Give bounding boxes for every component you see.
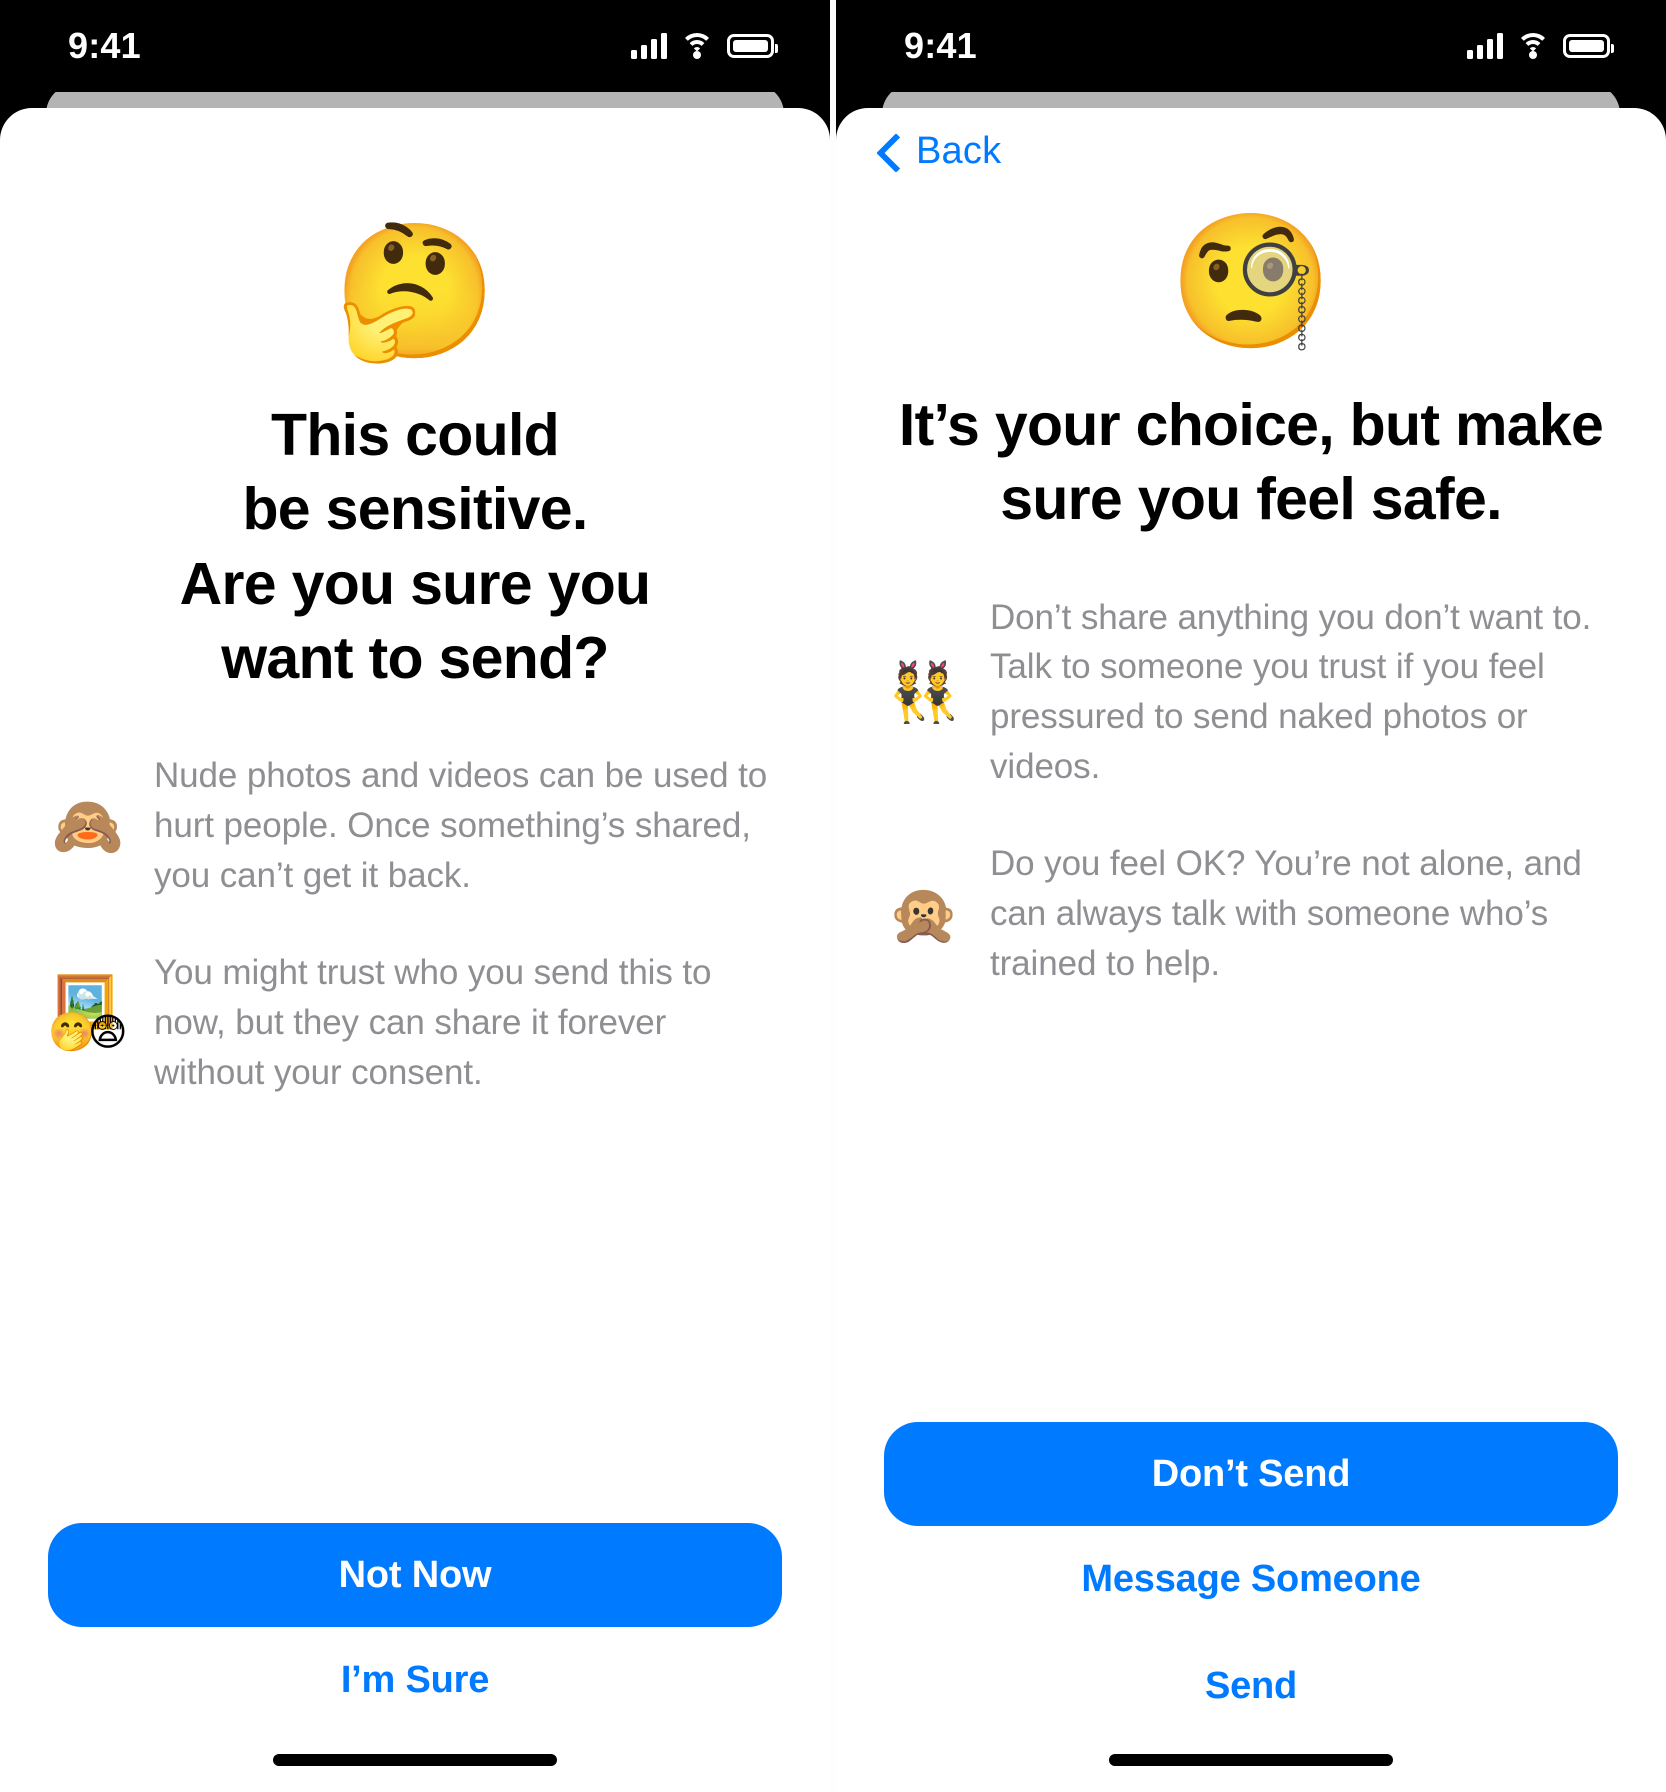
list-item: 👯 Don’t share anything you don’t want to… — [886, 593, 1616, 792]
home-indicator[interactable] — [0, 1740, 830, 1792]
wifi-icon — [680, 33, 714, 59]
hero-section: 🧐 It’s your choice, but make sure you fe… — [836, 194, 1666, 537]
list-item: 🖼️ 🤭 😨 You might trust who you send this… — [48, 948, 780, 1097]
message-someone-button[interactable]: Message Someone — [884, 1526, 1618, 1633]
modal-sheet: 🤔 This could be sensitive. Are you sure … — [0, 108, 830, 1792]
flex-spacer — [836, 988, 1666, 1422]
battery-icon — [727, 34, 778, 58]
status-bar-clock: 9:41 — [904, 25, 977, 66]
home-indicator[interactable] — [836, 1740, 1666, 1792]
phone-screen-confirm-sensitive: 9:41 🤔 This could be sensitive. Are you … — [0, 0, 830, 1792]
status-bar: 9:41 — [836, 0, 1666, 92]
send-button[interactable]: Send — [884, 1633, 1618, 1740]
action-buttons: Don’t Send Message Someone Send — [836, 1422, 1666, 1740]
status-bar: 9:41 — [0, 0, 830, 92]
back-button-label: Back — [916, 129, 1002, 172]
modal-sheet: Back 🧐 It’s your choice, but make sure y… — [836, 108, 1666, 1792]
nav-bar: Back — [836, 108, 1666, 194]
im-sure-button[interactable]: I’m Sure — [48, 1627, 782, 1734]
nav-bar — [0, 108, 830, 194]
list-item: 🙊 Do you feel OK? You’re not alone, and … — [886, 839, 1616, 988]
not-now-button[interactable]: Not Now — [48, 1523, 782, 1627]
status-bar-icons — [631, 33, 778, 59]
action-buttons: Not Now I’m Sure — [0, 1523, 830, 1740]
list-item-text: You might trust who you send this to now… — [154, 953, 712, 1092]
list-item-text: Do you feel OK? You’re not alone, and ca… — [990, 844, 1582, 983]
page-title: It’s your choice, but make sure you feel… — [898, 392, 1604, 533]
wifi-icon — [1516, 33, 1550, 59]
hero-section: 🤔 This could be sensitive. Are you sure … — [0, 194, 830, 695]
info-bullet-list: 👯 Don’t share anything you don’t want to… — [836, 593, 1666, 989]
info-bullet-list: 🙈 Nude photos and videos can be used to … — [0, 751, 830, 1097]
dual-screenshot-stage: 9:41 🤔 This could be sensitive. Are you … — [0, 0, 1666, 1792]
status-bar-icons — [1467, 33, 1614, 59]
page-title: This could be sensitive. Are you sure yo… — [179, 402, 651, 691]
list-item-text: Don’t share anything you don’t want to. … — [990, 597, 1592, 786]
phone-screen-your-choice: 9:41 Back 🧐 It’s your choice, but make s… — [836, 0, 1666, 1792]
people-with-bunny-ears-emoji: 👯 — [887, 658, 961, 727]
list-item: 🙈 Nude photos and videos can be used to … — [50, 751, 780, 900]
list-item-text: Nude photos and videos can be used to hu… — [154, 756, 768, 895]
framed-picture-emoji: 🖼️ 🤭 😨 — [48, 977, 128, 1069]
thinking-face-emoji: 🤔 — [332, 215, 498, 369]
signal-bars-icon — [631, 33, 667, 59]
battery-icon — [1563, 34, 1614, 58]
flex-spacer — [0, 1097, 830, 1523]
fearful-face-icon: 😨 — [88, 1009, 128, 1054]
speak-no-evil-monkey-emoji: 🙊 — [887, 879, 961, 948]
status-bar-clock: 9:41 — [68, 25, 141, 66]
see-no-evil-monkey-emoji: 🙈 — [51, 791, 125, 860]
dont-send-button[interactable]: Don’t Send — [884, 1422, 1618, 1526]
signal-bars-icon — [1467, 33, 1503, 59]
face-with-monocle-emoji: 🧐 — [1168, 205, 1334, 359]
chevron-left-icon — [874, 131, 900, 171]
back-button[interactable]: Back — [866, 124, 1009, 179]
